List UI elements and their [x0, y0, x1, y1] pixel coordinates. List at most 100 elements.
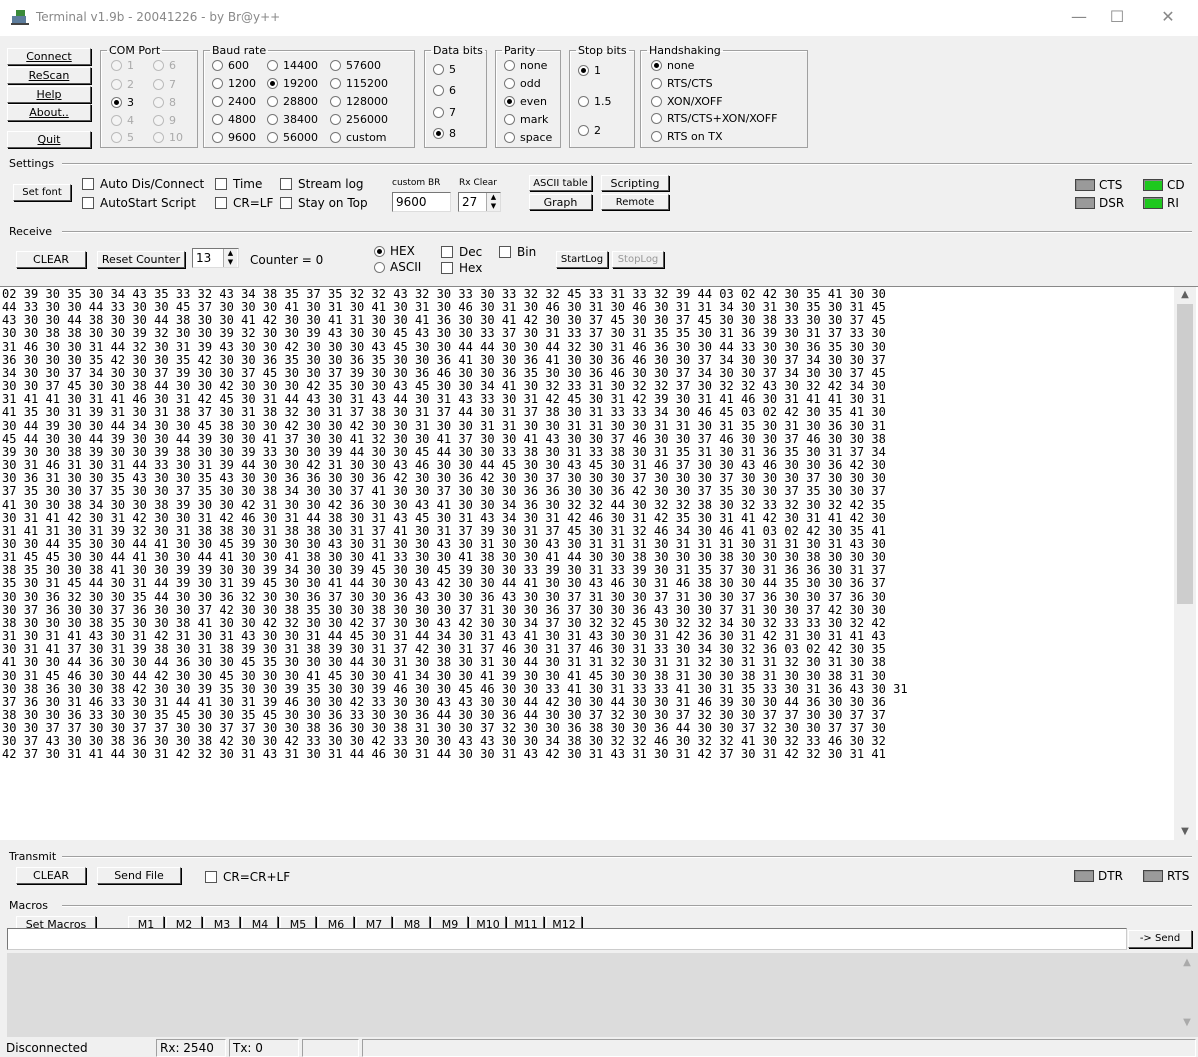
baud-radio-28800[interactable]: 28800 [267, 95, 318, 108]
baud-radio-1200[interactable]: 1200 [212, 77, 256, 90]
counter-down-icon[interactable]: ▼ [224, 258, 237, 267]
parity-radio-space[interactable]: space [504, 131, 552, 144]
com-radio-10[interactable]: 10 [153, 131, 183, 144]
stream-log-checkbox[interactable]: Stream log [280, 177, 364, 191]
auto-dis-connect-checkbox[interactable]: Auto Dis/Connect [82, 177, 204, 191]
autostart-script-checkbox[interactable]: AutoStart Script [82, 196, 196, 210]
history-scroll-down-icon[interactable]: ▼ [1176, 1015, 1198, 1031]
hex-radio[interactable]: HEX [374, 245, 415, 258]
spin-up-icon[interactable]: ▲ [487, 193, 500, 202]
stop-log-button[interactable]: StopLog [612, 251, 664, 268]
baud-radio-57600[interactable]: 57600 [330, 59, 381, 72]
stay-on-top-checkbox[interactable]: Stay on Top [280, 196, 368, 210]
set-font-button[interactable]: Set font [13, 184, 71, 201]
title-bar: Terminal v1.9b - 20041226 - by Br@y++ — … [0, 0, 1198, 36]
com-radio-2[interactable]: 2 [111, 78, 134, 91]
stopbits-radio-1-5[interactable]: 1.5 [578, 95, 612, 108]
com-radio-9[interactable]: 9 [153, 114, 176, 127]
baud-radio-4800[interactable]: 4800 [212, 113, 256, 126]
ascii-table-button[interactable]: ASCII table [529, 175, 592, 191]
scroll-up-icon[interactable]: ▲ [1174, 287, 1196, 303]
databits-radio-6[interactable]: 6 [433, 84, 456, 97]
quit-button[interactable]: Quit [7, 131, 91, 148]
baud-radio-2400[interactable]: 2400 [212, 95, 256, 108]
scroll-down-icon[interactable]: ▼ [1174, 824, 1196, 840]
baud-radio-128000[interactable]: 128000 [330, 95, 388, 108]
baud-radio-19200[interactable]: 19200 [267, 77, 318, 90]
connect-button[interactable]: Connect [7, 48, 91, 65]
dec-checkbox[interactable]: Dec [441, 245, 482, 259]
handshake-radio-rts-cts-xon[interactable]: RTS/CTS+XON/XOFF [651, 112, 777, 125]
scripting-button[interactable]: Scripting [601, 175, 669, 191]
handshake-radio-none[interactable]: none [651, 59, 694, 72]
baud-radio-14400[interactable]: 14400 [267, 59, 318, 72]
custom-br-input[interactable]: 9600 [392, 192, 451, 212]
cr-crlf-checkbox[interactable]: CR=CR+LF [205, 870, 290, 884]
settings-divider [62, 163, 1192, 165]
databits-5-label: 5 [449, 63, 456, 76]
stopbits-radio-2[interactable]: 2 [578, 124, 601, 137]
help-button[interactable]: Help [7, 86, 91, 103]
com-radio-8[interactable]: 8 [153, 96, 176, 109]
status-empty-2 [362, 1039, 1196, 1057]
handshake-radio-rts-cts[interactable]: RTS/CTS [651, 77, 713, 90]
baud-57600-label: 57600 [346, 59, 381, 72]
cr-lf-checkbox[interactable]: CR=LF [215, 196, 273, 210]
databits-radio-8[interactable]: 8 [433, 127, 456, 140]
graph-button[interactable]: Graph [529, 194, 592, 210]
status-tx: Tx: 0 [229, 1039, 299, 1057]
send-button[interactable]: -> Send [1128, 930, 1192, 948]
close-button[interactable]: ✕ [1145, 4, 1191, 30]
counter-up-icon[interactable]: ▲ [224, 249, 237, 258]
handshake-none-label: none [667, 59, 695, 72]
scroll-thumb[interactable] [1177, 304, 1193, 604]
dtr-led [1074, 870, 1094, 882]
remote-button[interactable]: Remote [601, 194, 669, 210]
com-radio-3[interactable]: 3 [111, 96, 134, 109]
baud-radio-38400[interactable]: 38400 [267, 113, 318, 126]
handshake-radio-xon-xoff[interactable]: XON/XOFF [651, 95, 723, 108]
handshake-radio-rts-on-tx[interactable]: RTS on TX [651, 130, 723, 143]
parity-radio-even[interactable]: even [504, 95, 547, 108]
baud-radio-256000[interactable]: 256000 [330, 113, 388, 126]
baud-radio-600[interactable]: 600 [212, 59, 249, 72]
time-checkbox[interactable]: Time [215, 177, 262, 191]
transmit-clear-button[interactable]: CLEAR [16, 867, 86, 884]
receive-textarea[interactable]: 02 39 30 35 30 34 43 35 33 32 43 34 38 3… [0, 286, 1198, 840]
ascii-radio[interactable]: ASCII [374, 261, 421, 274]
receive-clear-button[interactable]: CLEAR [16, 251, 86, 268]
baud-radio-9600[interactable]: 9600 [212, 131, 256, 144]
rescan-button[interactable]: ReScan [7, 67, 91, 84]
hex-checkbox[interactable]: Hex [441, 261, 482, 275]
databits-radio-7[interactable]: 7 [433, 106, 456, 119]
ri-label: RI [1167, 196, 1179, 210]
com-radio-5[interactable]: 5 [111, 131, 134, 144]
com-radio-1[interactable]: 1 [111, 59, 134, 72]
parity-even-label: even [520, 95, 548, 108]
send-input[interactable] [7, 928, 1127, 950]
receive-scrollbar[interactable]: ▲ ▼ [1174, 287, 1196, 840]
baud-radio-115200[interactable]: 115200 [330, 77, 388, 90]
databits-radio-5[interactable]: 5 [433, 63, 456, 76]
parity-radio-mark[interactable]: mark [504, 113, 548, 126]
com-radio-4[interactable]: 4 [111, 114, 134, 127]
com-radio-7[interactable]: 7 [153, 78, 176, 91]
stopbits-radio-1[interactable]: 1 [578, 64, 601, 77]
parity-radio-none[interactable]: none [504, 59, 547, 72]
baud-radio-custom[interactable]: custom [330, 131, 387, 144]
parity-radio-odd[interactable]: odd [504, 77, 541, 90]
baud-radio-56000[interactable]: 56000 [267, 131, 318, 144]
start-log-button[interactable]: StartLog [556, 251, 608, 268]
send-file-button[interactable]: Send File [97, 867, 181, 884]
history-scroll-up-icon[interactable]: ▲ [1176, 955, 1198, 971]
about-button[interactable]: About.. [7, 104, 91, 121]
bin-checkbox[interactable]: Bin [499, 245, 536, 259]
transmit-history[interactable]: ▲ ▼ [7, 953, 1198, 1037]
reset-counter-button[interactable]: Reset Counter [97, 251, 185, 268]
parity-mark-label: mark [520, 113, 549, 126]
com-radio-6[interactable]: 6 [153, 59, 176, 72]
spin-down-icon[interactable]: ▼ [487, 202, 500, 211]
rx-clear-spinner[interactable]: ▲ ▼ [486, 193, 500, 211]
counter-spinner[interactable]: ▲ ▼ [223, 249, 237, 267]
maximize-button[interactable]: ☐ [1094, 4, 1140, 30]
